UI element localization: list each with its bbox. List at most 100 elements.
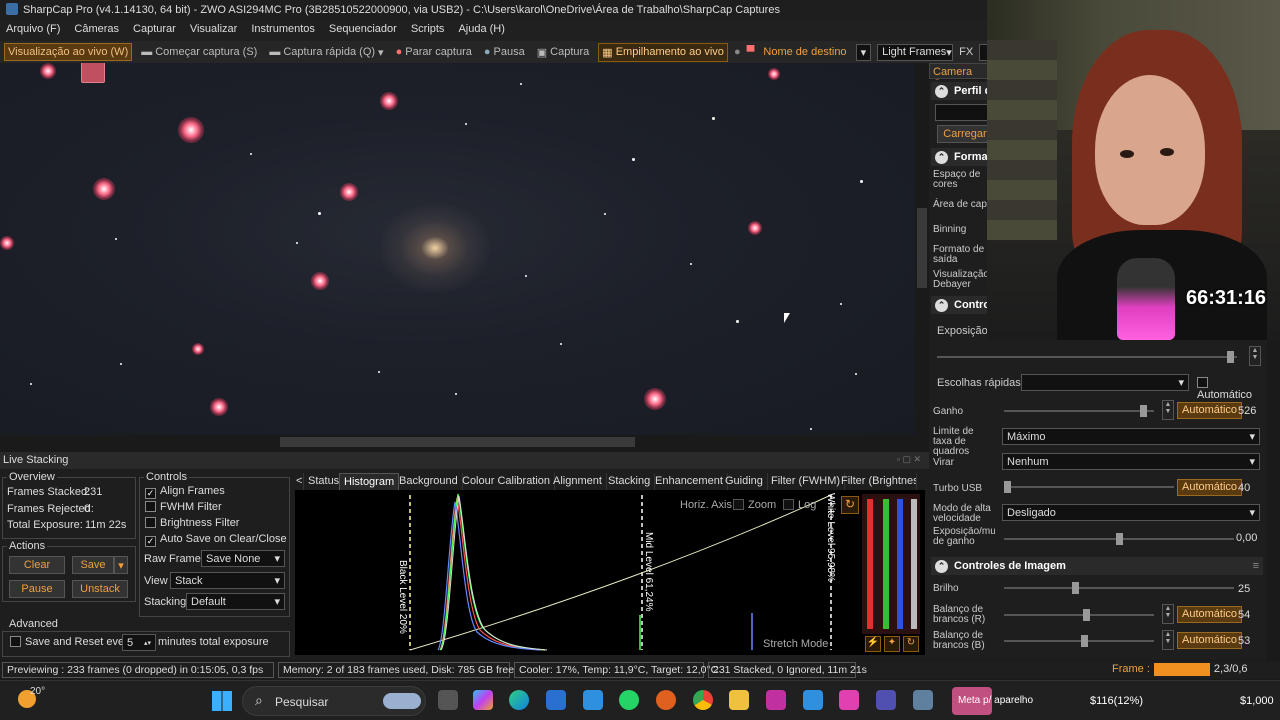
slider-knob[interactable] [1081, 635, 1088, 647]
colour-balance-sliders[interactable] [862, 494, 920, 634]
unstack-button[interactable]: Unstack [72, 580, 128, 598]
wb-blue-spinner[interactable]: ▲ ▼ [1162, 630, 1174, 650]
load-profile-button[interactable]: Carregar [937, 125, 993, 143]
align-frames-checkbox[interactable]: ✓ Align Frames [145, 485, 225, 499]
quick-capture-button[interactable]: ▬ Captura rápida (Q) ▾ [266, 44, 386, 61]
menu-icon[interactable]: ≡ [1253, 560, 1259, 572]
gain-auto-button[interactable]: Automático [1177, 402, 1243, 419]
log-checkbox[interactable]: Log [783, 499, 816, 511]
raw-frames-select[interactable]: Save None ▾ [201, 550, 285, 567]
brightness-value[interactable]: 25 [1238, 583, 1250, 595]
record-app-icon[interactable] [656, 690, 676, 710]
gain-value[interactable]: 526 [1238, 405, 1256, 417]
exposure-slider[interactable] [937, 351, 1237, 363]
usb-turbo-auto-button[interactable]: Automático [1177, 479, 1243, 496]
profile-select[interactable] [935, 104, 995, 121]
start-button[interactable] [212, 691, 232, 711]
menu-scripts[interactable]: Scripts [411, 23, 445, 38]
start-capture-button[interactable]: ▬ Começar captura (S) [138, 44, 260, 60]
obsidian-icon[interactable] [766, 690, 786, 710]
tab-enhancement[interactable]: Enhancement [651, 473, 728, 490]
app-icon[interactable] [839, 690, 859, 710]
window-controls[interactable]: ▫ ▢ ✕ [897, 454, 921, 465]
viewer-horizontal-scrollbar[interactable] [0, 435, 929, 449]
folder-icon[interactable] [729, 690, 749, 710]
high-speed-select[interactable]: Desligado ▾ [1002, 504, 1260, 521]
exposure-change-value[interactable]: 0,00 [1236, 532, 1257, 544]
usb-turbo-slider[interactable] [1004, 481, 1174, 493]
gain-slider[interactable] [1004, 405, 1154, 417]
tab-filter-fwhm[interactable]: Filter (FWHM) [767, 473, 846, 490]
frame-rate-select[interactable]: Máximo ▾ [1002, 428, 1260, 445]
slider-knob[interactable] [1072, 582, 1079, 594]
capture-button[interactable]: ▣ Captura [534, 44, 593, 61]
wb-red-slider[interactable] [1004, 609, 1154, 621]
tab-colour-calibration[interactable]: Colour Calibration [458, 473, 556, 490]
app-icon[interactable] [803, 690, 823, 710]
slider-knob[interactable] [1004, 481, 1011, 493]
fwhm-filter-checkbox[interactable]: FWHM Filter [145, 501, 222, 513]
save-reset-checkbox[interactable]: Save and Reset every [10, 636, 133, 648]
brightness-filter-checkbox[interactable]: Brightness Filter [145, 517, 239, 529]
target-name-select[interactable]: ▾ [855, 43, 872, 61]
tab-histogram[interactable]: Histogram [339, 473, 400, 490]
collapse-icon[interactable]: ⌃ [935, 84, 948, 98]
menu-tools[interactable]: Instrumentos [251, 23, 315, 38]
menu-capture[interactable]: Capturar [133, 23, 176, 38]
stacking-select[interactable]: Default ▾ [186, 593, 285, 610]
refresh-icon[interactable]: ↻ [903, 636, 919, 652]
tab-guiding[interactable]: Guiding [721, 473, 768, 490]
collapse-icon[interactable]: ⌃ [935, 150, 948, 164]
store-icon[interactable] [546, 690, 566, 710]
zoom-checkbox[interactable]: Zoom [733, 499, 776, 511]
wb-red-auto-button[interactable]: Automático [1177, 606, 1243, 623]
search-box[interactable]: ⌕ Pesquisar [242, 686, 426, 716]
app-icon[interactable] [583, 690, 603, 710]
brightness-slider[interactable] [1004, 582, 1234, 594]
enhance-icon[interactable]: ✦ [884, 636, 900, 652]
chrome-icon[interactable] [693, 690, 713, 710]
slider-knob[interactable] [1227, 351, 1234, 363]
collapse-icon[interactable]: ⌃ [935, 559, 948, 573]
image-viewer[interactable] [0, 63, 915, 435]
record-icon[interactable]: ● [734, 46, 741, 58]
slider-knob[interactable] [1083, 609, 1090, 621]
viewer-vertical-scrollbar[interactable] [915, 63, 929, 435]
wb-blue-value[interactable]: 53 [1238, 635, 1250, 647]
wb-blue-auto-button[interactable]: Automático [1177, 632, 1243, 649]
quick-picks-select[interactable]: ▾ [1021, 374, 1189, 391]
frame-type-select[interactable]: Light Frames ▾ [877, 43, 954, 61]
wb-red-value[interactable]: 54 [1238, 609, 1250, 621]
tab-alignment[interactable]: Alignment [549, 473, 607, 490]
copilot-icon[interactable] [473, 690, 493, 710]
spinner-icon[interactable]: ▴▾ [144, 639, 151, 647]
exposure-auto-checkbox[interactable]: Automático [1197, 377, 1267, 401]
slider-knob[interactable] [1140, 405, 1147, 417]
scroll-thumb[interactable] [917, 208, 927, 288]
save-button[interactable]: Save [72, 556, 114, 574]
menu-view[interactable]: Visualizar [190, 23, 238, 38]
view-select[interactable]: Stack ▾ [170, 572, 285, 589]
collapse-icon[interactable]: ⌃ [935, 298, 948, 312]
wb-blue-slider[interactable] [1004, 635, 1154, 647]
live-view-button[interactable]: Visualização ao vivo (W) [4, 43, 133, 61]
wb-red-spinner[interactable]: ▲ ▼ [1162, 604, 1174, 624]
pause-button[interactable]: ● Pausa [481, 44, 528, 60]
menu-cameras[interactable]: Câmeras [74, 23, 119, 38]
live-stack-button[interactable]: ▦ Empilhamento ao vivo [598, 42, 728, 62]
save-reset-minutes-input[interactable]: 5 ▴▾ [122, 634, 156, 651]
slider-knob[interactable] [1116, 533, 1123, 545]
taskview-icon[interactable] [438, 690, 458, 710]
menu-sequencer[interactable]: Sequenciador [329, 23, 397, 38]
tab-background[interactable]: Background [395, 473, 463, 490]
gain-spinner[interactable]: ▲ ▼ [1162, 400, 1174, 420]
edge-icon[interactable] [509, 690, 529, 710]
usb-turbo-value[interactable]: 40 [1238, 482, 1250, 494]
pause-stack-button[interactable]: Pause [9, 580, 65, 598]
auto-stretch-icon[interactable]: ⚡ [865, 636, 881, 652]
whatsapp-icon[interactable] [619, 690, 639, 710]
scroll-thumb[interactable] [280, 437, 635, 447]
stop-capture-button[interactable]: ● Parar captura [393, 44, 475, 60]
auto-save-checkbox[interactable]: ✓ Auto Save on Clear/Close [145, 533, 287, 547]
stellarium-icon[interactable] [876, 690, 896, 710]
